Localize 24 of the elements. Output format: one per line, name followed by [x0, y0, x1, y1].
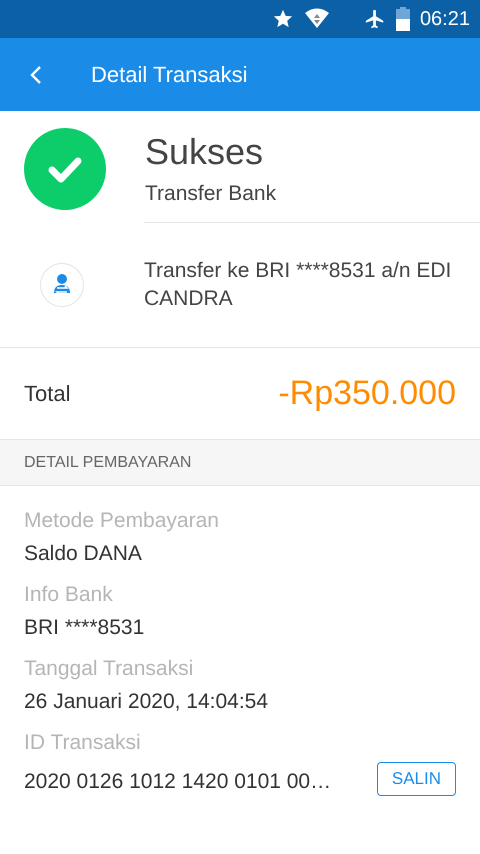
- airplane-icon: [364, 8, 386, 30]
- field-value: BRI ****8531: [24, 615, 144, 641]
- back-icon[interactable]: [28, 64, 44, 86]
- screen-title: Detail Transaksi: [91, 62, 248, 88]
- field-value: 2020 0126 1012 1420 0101 00…: [24, 769, 332, 795]
- field-label: Metode Pembayaran: [24, 508, 220, 534]
- total-label: Total: [24, 380, 70, 406]
- field-value: Saldo DANA: [24, 541, 142, 567]
- transfer-description: Transfer ke BRI ****8531 a/n EDI CANDRA: [144, 258, 452, 312]
- clock-time: 06:21: [420, 8, 470, 30]
- wifi-icon: [304, 8, 330, 30]
- person-transfer-icon: [40, 263, 84, 307]
- field-label: ID Transaksi: [24, 730, 142, 756]
- copy-button[interactable]: SALIN: [376, 762, 456, 796]
- transaction-type: Transfer Bank: [145, 182, 276, 206]
- field-value: 26 Januari 2020, 14:04:54: [24, 689, 268, 715]
- field-label: Tanggal Transaksi: [24, 656, 194, 682]
- field-label: Info Bank: [24, 582, 114, 608]
- battery-icon: [396, 7, 410, 31]
- total-amount: -Rp350.000: [278, 374, 456, 413]
- star-icon: [272, 8, 294, 30]
- status-text: Sukses: [145, 130, 264, 174]
- section-title: DETAIL PEMBAYARAN: [24, 454, 192, 472]
- success-check-icon: [24, 128, 106, 210]
